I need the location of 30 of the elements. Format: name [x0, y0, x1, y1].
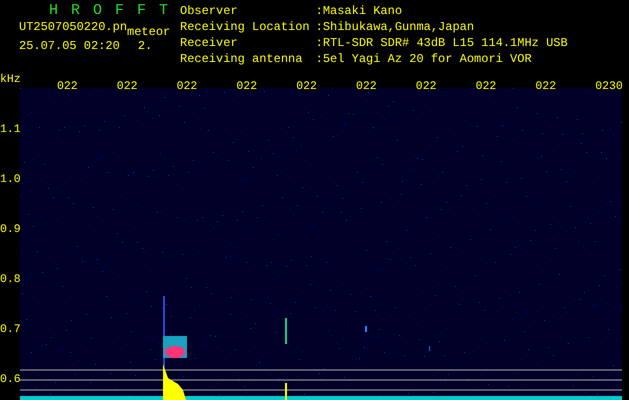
file-name: UT2507050220.pn	[19, 22, 128, 34]
frequency-label: 1.1	[0, 124, 21, 136]
frequency-label: 0.7	[0, 324, 21, 336]
time-label: 022	[57, 81, 78, 93]
time-label: 022	[356, 81, 377, 93]
time-label: 022	[236, 81, 258, 93]
frequency-label: 0.9	[0, 224, 21, 236]
app-title: H R O F F T	[48, 4, 170, 18]
time-label: 022	[116, 81, 138, 93]
time-label: 0230	[595, 81, 623, 93]
time-label: 022	[176, 81, 198, 93]
info-label: Observer	[180, 6, 239, 20]
info-value: :Shibukawa,Gunma,Japan	[316, 22, 476, 36]
time-label: 022	[296, 81, 317, 93]
axis-unit: kHz	[0, 74, 21, 86]
info-value: :RTL-SDR SDR# 43dB L15 114.1MHz USB	[316, 38, 568, 52]
info-label: Receiver	[180, 38, 239, 52]
info-label: Receiving antenna	[180, 54, 304, 68]
detection-count: 2.	[138, 40, 152, 52]
time-label: 022	[416, 81, 437, 93]
info-value: :5el Yagi Az 20 for Aomori VOR	[316, 54, 533, 68]
frequency-label: 1.0	[0, 174, 21, 186]
info-value: :Masaki Kano	[316, 6, 404, 20]
info-label: Receiving Location	[180, 22, 310, 36]
time-label: 022	[476, 81, 496, 93]
detection-label: meteor	[127, 27, 170, 38]
timestamp: 25.07.05 02:20	[19, 40, 120, 52]
frequency-label: 0.6	[0, 374, 21, 386]
time-label: 022	[535, 81, 556, 93]
frequency-label: 0.8	[0, 274, 21, 286]
